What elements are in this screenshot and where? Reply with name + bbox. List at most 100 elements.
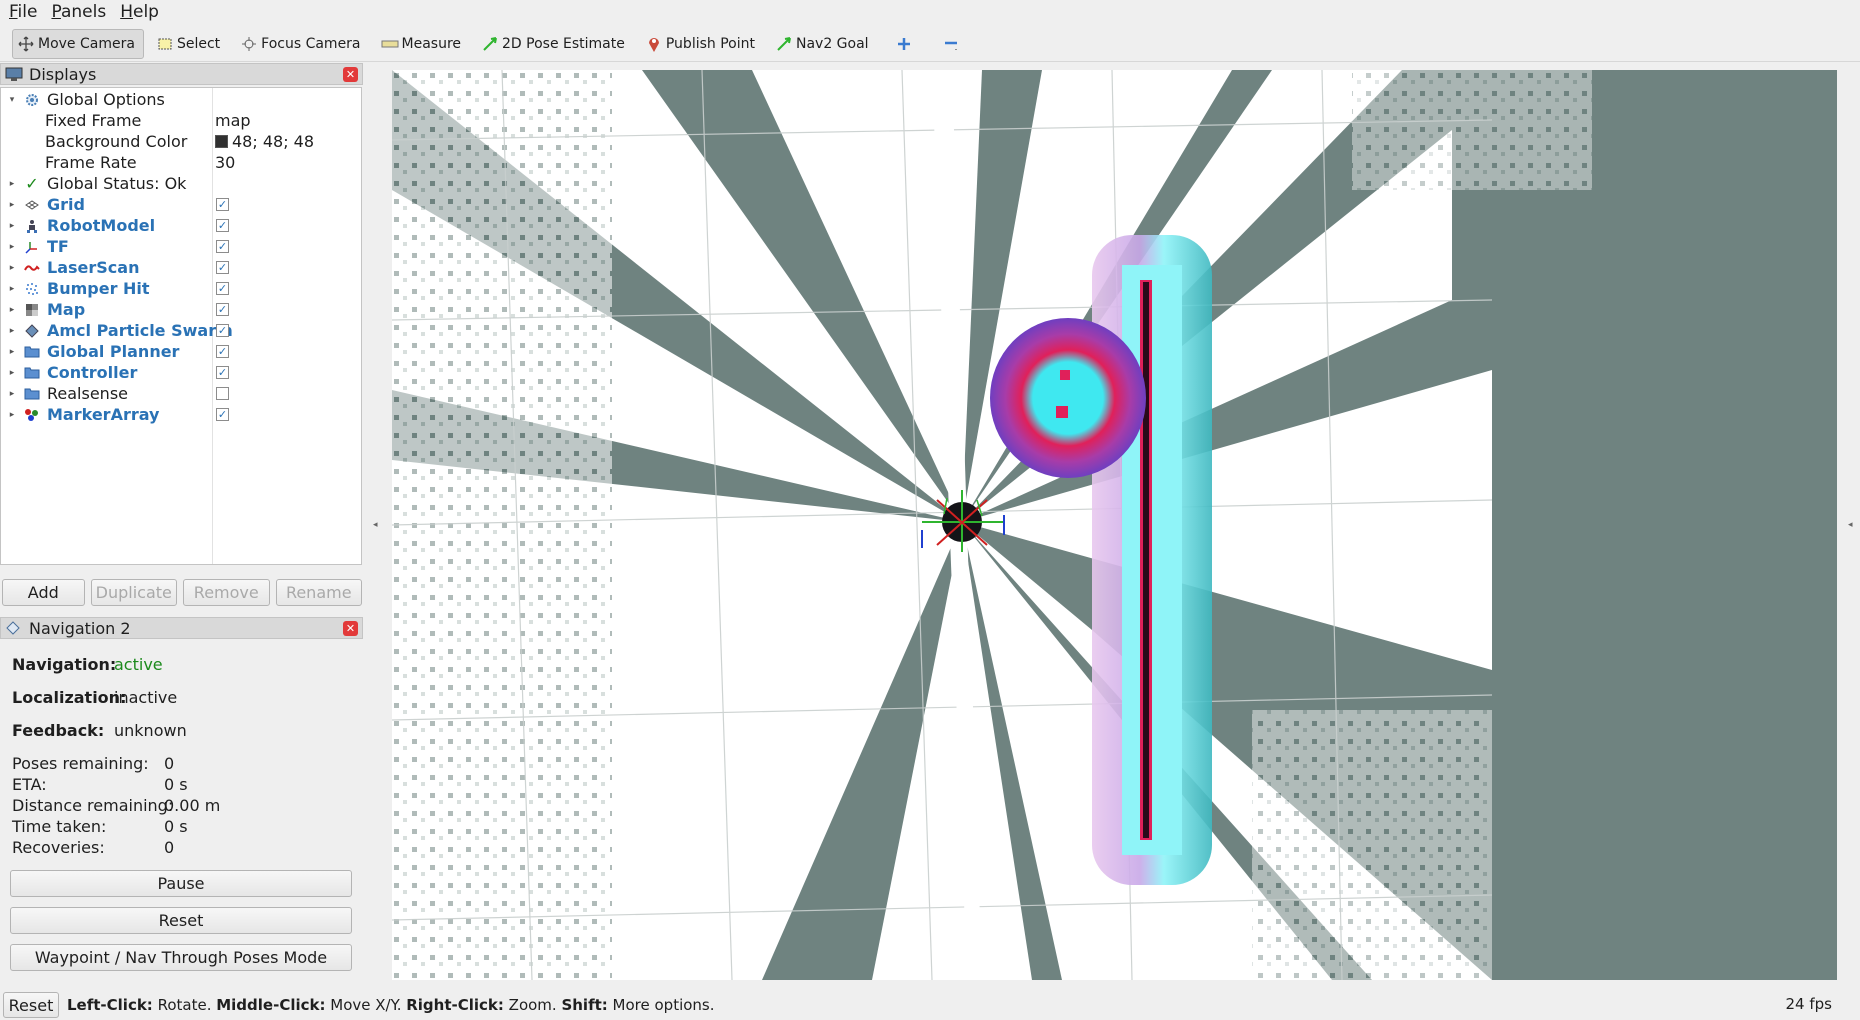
tree-row-laserscan[interactable]: ▸ LaserScan ✓	[1, 257, 361, 278]
menu-help[interactable]: Help	[120, 2, 159, 22]
display-label-bumper-hit: Bumper Hit	[47, 279, 150, 298]
tree-row-background-color[interactable]: Background Color 48; 48; 48	[1, 131, 361, 152]
menu-file[interactable]: File	[9, 2, 37, 22]
poses-remaining-value: 0	[164, 754, 175, 773]
localization-status-row: Localization:	[12, 688, 126, 707]
folder-icon	[23, 385, 41, 403]
tree-row-global-status[interactable]: ▸ ✓ Global Status: Ok	[1, 173, 361, 194]
measure-tool[interactable]: Measure	[377, 29, 470, 59]
nav2-goal-label: Nav2 Goal	[795, 35, 869, 52]
checkbox-realsense[interactable]	[216, 387, 229, 400]
collapsed-arrow-icon[interactable]: ▸	[7, 410, 17, 420]
collapsed-arrow-icon[interactable]: ▸	[7, 200, 17, 210]
displays-tree[interactable]: ▾ Global Options Fixed Frame map Backgro…	[0, 87, 362, 565]
menu-panels[interactable]: Panels	[51, 2, 106, 22]
pose-estimate-tool[interactable]: 2D Pose Estimate	[477, 29, 633, 59]
collapsed-arrow-icon[interactable]: ▸	[7, 368, 17, 378]
add-tool-button[interactable]	[891, 29, 924, 59]
tree-row-tf[interactable]: ▸ TF ✓	[1, 236, 361, 257]
render-viewport[interactable]	[392, 70, 1837, 980]
checkbox-tf[interactable]: ✓	[216, 240, 229, 253]
checkbox-amcl-particle-swarm[interactable]: ✓	[216, 324, 229, 337]
background-color-label: Background Color	[45, 132, 188, 151]
monitor-icon	[5, 66, 23, 82]
tree-row-controller[interactable]: ▸ Controller ✓	[1, 362, 361, 383]
fixed-frame-value[interactable]: map	[215, 111, 251, 130]
fps-readout: 24 fps	[1785, 995, 1832, 1013]
point-cloud-icon	[23, 280, 41, 298]
pause-button[interactable]: Pause	[10, 870, 352, 897]
minus-icon	[942, 35, 960, 53]
displays-title: Displays	[29, 64, 97, 84]
grid-icon	[23, 196, 41, 214]
navigation-title-bar: Navigation 2 ✕	[0, 617, 363, 639]
checkbox-laserscan[interactable]: ✓	[216, 261, 229, 274]
tree-row-markerarray[interactable]: ▸ MarkerArray ✓	[1, 404, 361, 425]
display-label-markerarray: MarkerArray	[47, 405, 160, 424]
global-status-label: Global Status: Ok	[47, 174, 187, 193]
tree-row-robotmodel[interactable]: ▸ RobotModel ✓	[1, 215, 361, 236]
checkbox-bumper-hit[interactable]: ✓	[216, 282, 229, 295]
checkbox-global-planner[interactable]: ✓	[216, 345, 229, 358]
display-buttons: Add Duplicate Remove Rename	[2, 579, 362, 607]
duplicate-display-button[interactable]: Duplicate	[90, 579, 178, 606]
pose-array-icon	[23, 322, 41, 340]
add-display-button[interactable]: Add	[2, 579, 85, 606]
display-label-global-planner: Global Planner	[47, 342, 180, 361]
displays-close-button[interactable]: ✕	[343, 67, 358, 82]
tree-row-global-options[interactable]: ▾ Global Options	[1, 89, 361, 110]
select-tool[interactable]: Select	[152, 29, 228, 59]
expand-arrow-icon[interactable]: ▾	[7, 95, 17, 105]
display-label-amcl-particle-swarm: Amcl Particle Swarm	[47, 321, 233, 340]
collapsed-arrow-icon[interactable]: ▸	[7, 221, 17, 231]
collapsed-arrow-icon[interactable]: ▸	[7, 179, 17, 189]
tree-row-map[interactable]: ▸ Map ✓	[1, 299, 361, 320]
tree-row-realsense[interactable]: ▸ Realsense	[1, 383, 361, 404]
nav2-goal-tool[interactable]: Nav2 Goal	[771, 29, 877, 59]
collapsed-arrow-icon[interactable]: ▸	[7, 347, 17, 357]
poses-remaining-label: Poses remaining:	[12, 754, 149, 773]
collapse-left-arrow-icon[interactable]: ◂	[373, 520, 378, 530]
remove-tool-button[interactable]	[938, 29, 971, 59]
tree-row-global-planner[interactable]: ▸ Global Planner ✓	[1, 341, 361, 362]
left-click-action: Rotate.	[152, 996, 217, 1014]
move-camera-tool[interactable]: Move Camera	[12, 28, 144, 59]
collapsed-arrow-icon[interactable]: ▸	[7, 242, 17, 252]
middle-click-action: Move X/Y.	[325, 996, 407, 1014]
time-taken-value: 0 s	[164, 817, 188, 836]
tree-row-bumper-hit[interactable]: ▸ Bumper Hit ✓	[1, 278, 361, 299]
global-options-label: Global Options	[47, 90, 165, 109]
tree-row-fixed-frame[interactable]: Fixed Frame map	[1, 110, 361, 131]
checkbox-robotmodel[interactable]: ✓	[216, 219, 229, 232]
right-click-hint: Right-Click:	[406, 996, 504, 1014]
nav-reset-button[interactable]: Reset	[10, 907, 352, 934]
checkbox-controller[interactable]: ✓	[216, 366, 229, 379]
tree-row-frame-rate[interactable]: Frame Rate 30	[1, 152, 361, 173]
navigation-close-button[interactable]: ✕	[343, 621, 358, 636]
reset-view-button[interactable]: Reset	[3, 992, 59, 1018]
focus-camera-tool[interactable]: Focus Camera	[236, 29, 368, 59]
checkbox-markerarray[interactable]: ✓	[216, 408, 229, 421]
collapsed-arrow-icon[interactable]: ▸	[7, 284, 17, 294]
publish-point-tool[interactable]: Publish Point	[641, 29, 763, 59]
recoveries-value: 0	[164, 838, 175, 857]
rename-display-button[interactable]: Rename	[275, 579, 362, 606]
menubar: File Panels Help	[0, 0, 1860, 24]
collapsed-arrow-icon[interactable]: ▸	[7, 305, 17, 315]
tree-row-grid[interactable]: ▸ Grid ✓	[1, 194, 361, 215]
background-color-value-cell[interactable]: 48; 48; 48	[215, 132, 314, 151]
collapsed-arrow-icon[interactable]: ▸	[7, 263, 17, 273]
frame-rate-value[interactable]: 30	[215, 153, 235, 172]
display-label-tf: TF	[47, 237, 69, 256]
focus-camera-label: Focus Camera	[261, 35, 361, 52]
collapse-right-arrow-icon[interactable]: ◂	[1848, 520, 1853, 530]
collapsed-arrow-icon[interactable]: ▸	[7, 389, 17, 399]
remove-display-button[interactable]: Remove	[183, 579, 270, 606]
checkbox-grid[interactable]: ✓	[216, 198, 229, 211]
nav2-goal-icon	[775, 35, 793, 53]
localization-label: Localization:	[12, 688, 127, 707]
waypoint-mode-button[interactable]: Waypoint / Nav Through Poses Mode	[10, 944, 352, 971]
checkbox-map[interactable]: ✓	[216, 303, 229, 316]
collapsed-arrow-icon[interactable]: ▸	[7, 326, 17, 336]
tree-row-amcl-particle-swarm[interactable]: ▸ Amcl Particle Swarm ✓	[1, 320, 361, 341]
